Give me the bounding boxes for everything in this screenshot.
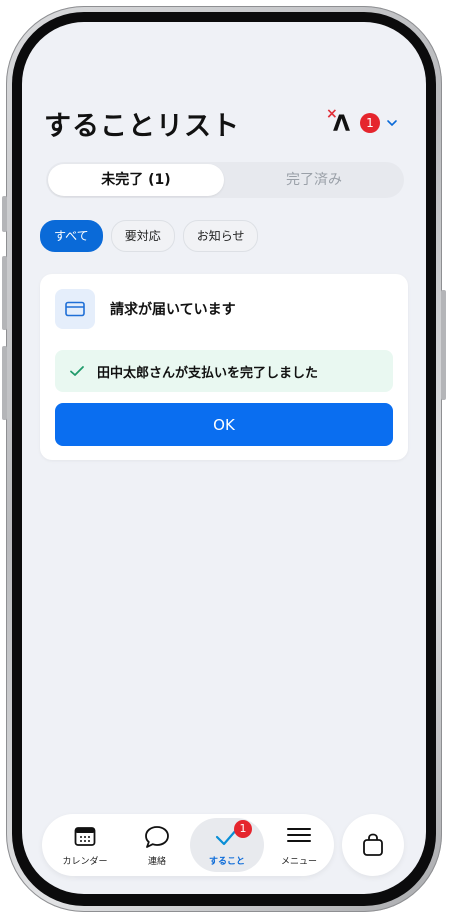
credit-card-icon [55, 289, 95, 329]
nav-item-calendar[interactable]: カレンダー [50, 814, 120, 876]
bottom-nav: カレンダー 連絡 1 すること メニュー [42, 814, 334, 876]
tab-incomplete[interactable]: 未完了 (1) [48, 164, 224, 196]
app-screen: することリスト × Λ 1 未完了 (1) 完了済み すべて 要対応 お知らせ 請… [22, 22, 426, 894]
notification-badge: 1 [360, 113, 380, 133]
status-tab-bar: 未完了 (1) 完了済み [46, 162, 404, 198]
menu-icon [287, 828, 311, 842]
status-message: 田中太郎さんが支払いを完了しました [97, 366, 319, 381]
filter-chip-all[interactable]: すべて [40, 220, 103, 252]
ok-button[interactable]: OK [55, 403, 393, 446]
status-banner: 田中太郎さんが支払いを完了しました [55, 350, 393, 392]
filter-chips: すべて 要対応 お知らせ [40, 220, 259, 252]
page-title: することリスト [44, 111, 240, 142]
todo-badge: 1 [234, 820, 252, 838]
check-icon [70, 366, 84, 376]
app-logo-icon: × Λ [326, 106, 351, 137]
tab-completed[interactable]: 完了済み [226, 164, 402, 196]
nav-label-todo: すること [208, 857, 245, 867]
card-title: 請求が届いています [110, 302, 236, 318]
phone-side-button-left-2 [2, 256, 7, 330]
nav-label-calendar: カレンダー [62, 857, 108, 867]
shopping-bag-icon [363, 833, 383, 856]
phone-side-button-right [441, 290, 446, 400]
phone-side-button-left-1 [2, 196, 7, 232]
nav-item-messages[interactable]: 連絡 [122, 814, 192, 876]
account-switcher[interactable]: × Λ 1 [326, 106, 398, 138]
nav-label-messages: 連絡 [147, 857, 166, 867]
filter-chip-notices[interactable]: お知らせ [182, 220, 259, 252]
chevron-down-icon [387, 120, 397, 127]
nav-item-todo[interactable]: 1 すること [190, 818, 264, 872]
chat-bubble-icon [145, 826, 169, 848]
nav-item-menu[interactable]: メニュー [264, 814, 334, 876]
filter-chip-action-required[interactable]: 要対応 [110, 220, 175, 252]
phone-side-button-left-3 [2, 346, 7, 420]
shopping-bag-button[interactable] [342, 814, 404, 876]
todo-card: 請求が届いています 田中太郎さんが支払いを完了しました OK [40, 274, 408, 460]
calendar-icon [74, 827, 96, 846]
nav-label-menu: メニュー [280, 857, 317, 867]
